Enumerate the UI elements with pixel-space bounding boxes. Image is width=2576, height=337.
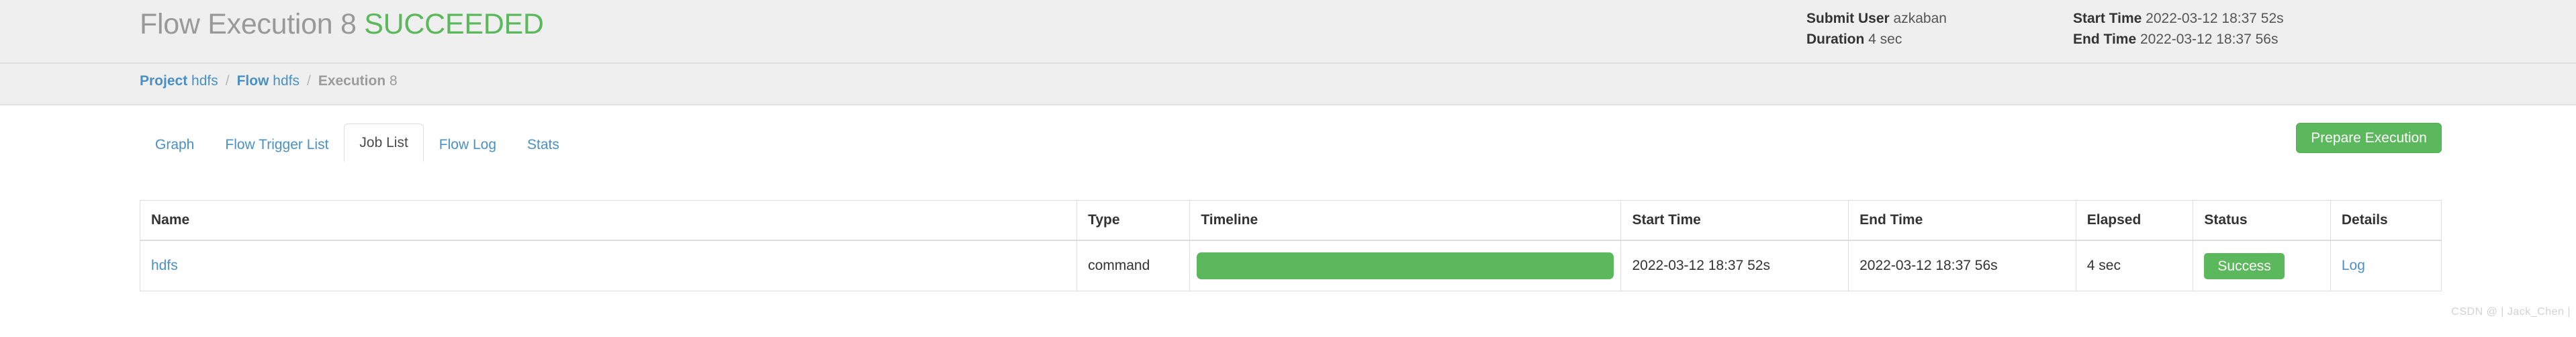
cell-details: Log xyxy=(2330,240,2442,291)
page-title-text: Flow Execution 8 xyxy=(140,8,357,40)
breadcrumb-flow-label: Flow xyxy=(236,73,269,89)
column-header-start-time: Start Time xyxy=(1620,200,1849,241)
column-header-type: Type xyxy=(1076,200,1191,241)
job-name-link[interactable]: hdfs xyxy=(151,258,178,273)
breadcrumb-item-flow[interactable]: Flow hdfs xyxy=(237,73,300,89)
breadcrumb-execution-value: 8 xyxy=(389,73,398,89)
breadcrumb-band: Project hdfs / Flow hdfs / Execution 8 xyxy=(0,64,2576,105)
end-time-label: End Time xyxy=(2073,32,2137,47)
timeline-bar xyxy=(1197,252,1614,279)
start-time-label: Start Time xyxy=(2073,11,2142,26)
cell-job-name: hdfs xyxy=(140,240,1078,291)
tab-flow-log[interactable]: Flow Log xyxy=(424,128,512,161)
breadcrumb-item-project[interactable]: Project hdfs xyxy=(140,73,218,89)
tab-graph-label: Graph xyxy=(155,137,195,152)
job-list-table: Name Type Timeline Start Time End Time E… xyxy=(140,200,2442,291)
submit-user-label: Submit User xyxy=(1806,11,1890,26)
tab-bar: Graph Flow Trigger List Job List Flow Lo… xyxy=(140,120,575,162)
column-header-name: Name xyxy=(140,200,1078,241)
tab-job-list-label: Job List xyxy=(359,135,408,150)
cell-start-time: 2022-03-12 18:37 52s xyxy=(1620,240,1849,291)
submit-user-value: azkaban xyxy=(1893,11,1947,26)
tab-graph[interactable]: Graph xyxy=(140,128,210,161)
table-header-row: Name Type Timeline Start Time End Time E… xyxy=(140,200,2442,241)
flow-status-word: SUCCEEDED xyxy=(364,8,544,40)
table-row: hdfs command 2022-03-12 18:37 52s 2022-0… xyxy=(140,240,2442,291)
cell-job-type: command xyxy=(1076,240,1191,291)
end-time-value: 2022-03-12 18:37 56s xyxy=(2140,32,2279,47)
cell-elapsed: 4 sec xyxy=(2076,240,2194,291)
page-header: Flow Execution 8 SUCCEEDED Submit User a… xyxy=(0,0,2576,64)
cell-end-time: 2022-03-12 18:37 56s xyxy=(1848,240,2076,291)
table-body: hdfs command 2022-03-12 18:37 52s 2022-0… xyxy=(140,240,2442,291)
duration-value: 4 sec xyxy=(1868,32,1902,47)
cell-status: Success xyxy=(2193,240,2331,291)
tab-stats[interactable]: Stats xyxy=(512,128,575,161)
tab-stats-label: Stats xyxy=(527,137,559,152)
column-header-timeline: Timeline xyxy=(1189,200,1622,241)
column-header-end-time: End Time xyxy=(1848,200,2076,241)
breadcrumb-execution-label: Execution xyxy=(318,73,386,89)
column-header-details: Details xyxy=(2330,200,2442,241)
execution-meta: Submit User azkaban Duration 4 sec Start… xyxy=(1806,8,2284,50)
cell-timeline xyxy=(1189,240,1622,291)
watermark: CSDN @ | Jack_Chen | xyxy=(2451,306,2571,318)
meta-duration: Duration 4 sec xyxy=(1806,29,2073,50)
column-header-elapsed: Elapsed xyxy=(2076,200,2194,241)
tab-flow-trigger-list-label: Flow Trigger List xyxy=(225,137,329,152)
table-header: Name Type Timeline Start Time End Time E… xyxy=(140,200,2442,241)
breadcrumb-separator-1: / xyxy=(225,73,230,89)
meta-start-time: Start Time 2022-03-12 18:37 52s xyxy=(2073,8,2284,29)
breadcrumb-separator-2: / xyxy=(306,73,311,89)
breadcrumb-project-label: Project xyxy=(140,73,188,89)
meta-submit-user: Submit User azkaban xyxy=(1806,8,2073,29)
breadcrumb-item-execution: Execution 8 xyxy=(318,73,398,89)
tab-job-list[interactable]: Job List xyxy=(344,124,424,162)
column-header-status: Status xyxy=(2193,200,2331,241)
meta-column-left: Submit User azkaban Duration 4 sec xyxy=(1806,8,2073,50)
page-title: Flow Execution 8 SUCCEEDED xyxy=(140,8,544,41)
meta-column-right: Start Time 2022-03-12 18:37 52s End Time… xyxy=(2073,8,2284,50)
job-log-link[interactable]: Log xyxy=(2342,258,2365,273)
breadcrumb-project-value: hdfs xyxy=(191,73,218,89)
status-badge[interactable]: Success xyxy=(2204,252,2285,279)
tab-flow-trigger-list[interactable]: Flow Trigger List xyxy=(210,128,344,161)
job-list-table-container: Name Type Timeline Start Time End Time E… xyxy=(140,200,2442,291)
duration-label: Duration xyxy=(1806,32,1865,47)
tab-area: Graph Flow Trigger List Job List Flow Lo… xyxy=(0,105,2576,162)
tab-flow-log-label: Flow Log xyxy=(439,137,497,152)
prepare-execution-button[interactable]: Prepare Execution xyxy=(2296,123,2442,153)
meta-end-time: End Time 2022-03-12 18:37 56s xyxy=(2073,29,2284,50)
start-time-value: 2022-03-12 18:37 52s xyxy=(2146,11,2284,26)
breadcrumb: Project hdfs / Flow hdfs / Execution 8 xyxy=(140,73,398,89)
breadcrumb-flow-value: hdfs xyxy=(273,73,300,89)
